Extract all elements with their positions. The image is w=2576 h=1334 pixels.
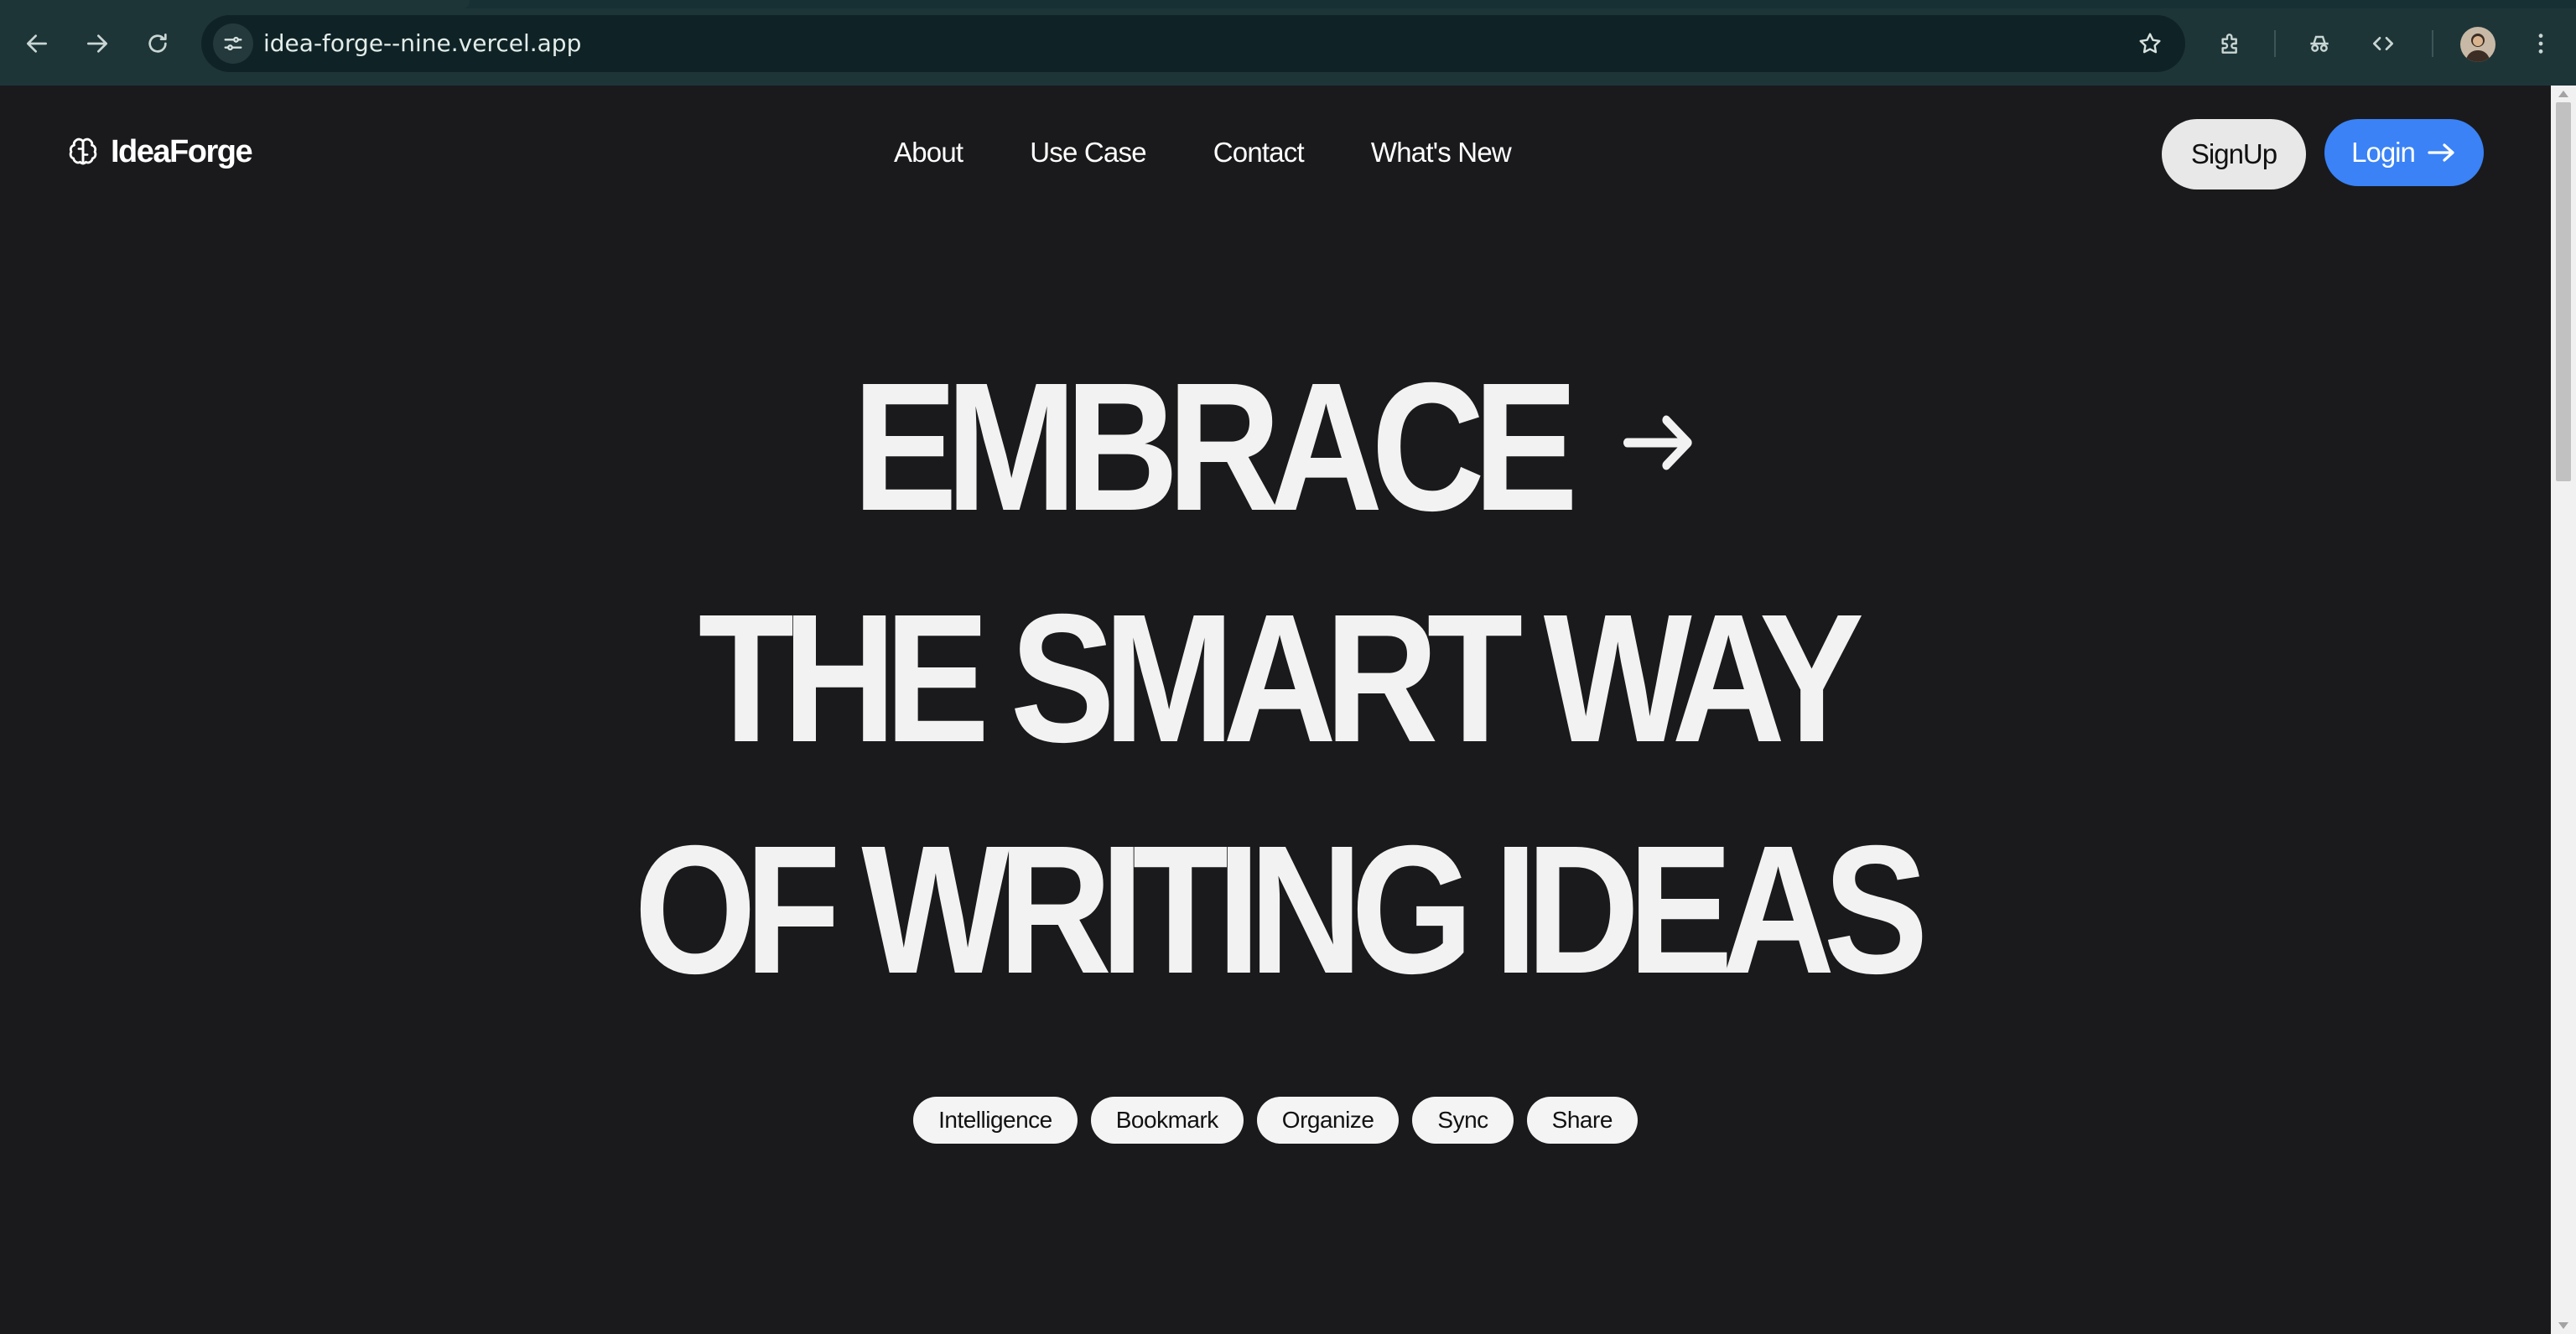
brain-icon [69, 138, 97, 165]
extensions-icon[interactable] [2205, 18, 2256, 69]
login-label: Login [2351, 137, 2416, 168]
page-scrollbar[interactable] [2551, 86, 2576, 1334]
chip-bookmark[interactable]: Bookmark [1090, 1097, 1244, 1144]
site-settings-icon[interactable] [213, 23, 253, 64]
nav-about[interactable]: About [894, 137, 963, 169]
back-icon[interactable] [12, 18, 62, 69]
scrollbar-thumb[interactable] [2556, 102, 2571, 481]
nav-whats-new[interactable]: What's New [1371, 137, 1512, 169]
forward-icon[interactable] [72, 18, 122, 69]
browser-chrome: idea-forge--nine.vercel.app [0, 0, 2576, 86]
page: IdeaForge About Use Case Contact What's … [0, 86, 2551, 1334]
address-bar[interactable]: idea-forge--nine.vercel.app [201, 15, 2185, 72]
toolbar-separator [2432, 30, 2433, 57]
toolbar-separator [2274, 30, 2276, 57]
logo-text: IdeaForge [111, 133, 253, 169]
tab-strip [0, 0, 2576, 8]
signup-label: SignUp [2190, 138, 2277, 169]
hero-line-1-text: EMBRACE [852, 345, 1578, 549]
active-tab[interactable] [0, 0, 470, 8]
arrow-right-icon [2428, 143, 2454, 162]
bookmark-star-icon[interactable] [2132, 25, 2168, 62]
chip-organize[interactable]: Organize [1256, 1097, 1400, 1144]
hero-line-3: OF WRITING IDEAS [634, 808, 1928, 1012]
feature-chips: Intelligence Bookmark Organize Sync Shar… [0, 1097, 2551, 1144]
scroll-down-icon[interactable] [2558, 1322, 2568, 1329]
chip-sync[interactable]: Sync [1412, 1097, 1514, 1144]
devtools-code-icon[interactable] [2358, 18, 2408, 69]
login-button[interactable]: Login [2324, 119, 2484, 186]
scroll-up-icon[interactable] [2558, 91, 2568, 97]
hero-line-1: EMBRACE [179, 356, 2372, 540]
hero-line-2: THE SMART WAY [698, 577, 1864, 781]
chip-share[interactable]: Share [1526, 1097, 1638, 1144]
signup-button[interactable]: SignUp [2162, 119, 2306, 189]
incognito-icon[interactable] [2294, 18, 2345, 69]
url-text: idea-forge--nine.vercel.app [263, 29, 582, 57]
nav-use-case[interactable]: Use Case [1030, 137, 1146, 169]
browser-menu-icon[interactable] [2516, 18, 2566, 69]
main-nav: About Use Case Contact What's New [894, 131, 1512, 174]
nav-contact[interactable]: Contact [1213, 137, 1305, 169]
chip-intelligence[interactable]: Intelligence [913, 1097, 1078, 1144]
reload-icon[interactable] [132, 18, 183, 69]
logo[interactable]: IdeaForge [65, 129, 253, 174]
hero-arrow-icon [1623, 415, 1692, 470]
profile-avatar[interactable] [2460, 27, 2496, 62]
